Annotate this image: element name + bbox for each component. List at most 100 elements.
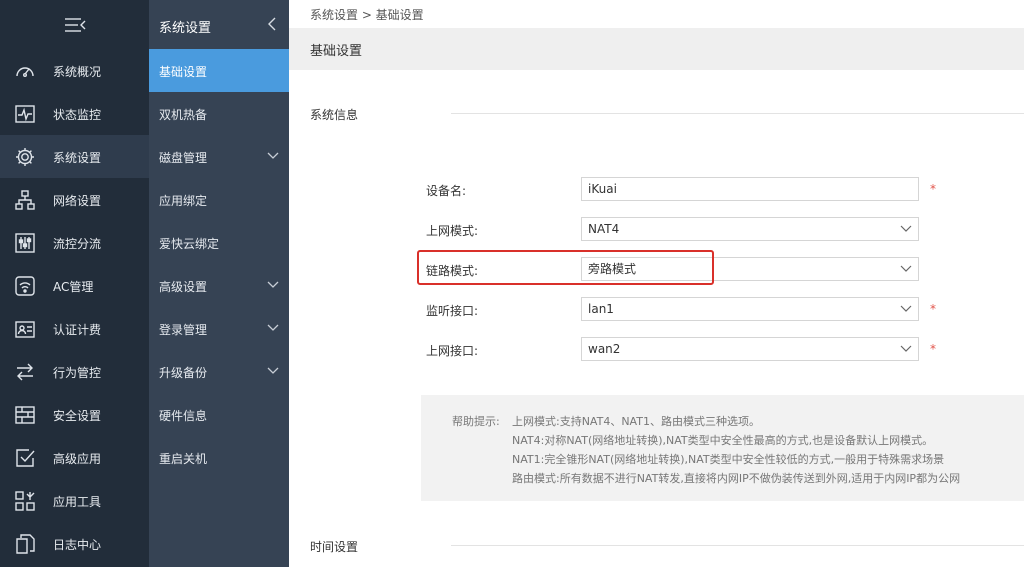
listen-interface-label: 监听接口: [426,304,479,318]
menu-toggle-button[interactable] [0,0,149,49]
document-icon [16,534,35,554]
chevron-down-icon [267,367,279,374]
nav-item-traffic[interactable]: 流控分流 [0,221,149,264]
nav-item-security[interactable]: 安全设置 [0,393,149,436]
device-name-label: 设备名: [426,184,467,198]
nav-item-behavior[interactable]: 行为管控 [0,350,149,393]
help-line: NAT4:对称NAT(网络地址转换),NAT类型中安全性最高的方式,也是设备默认… [512,434,934,447]
monitor-pulse-icon [15,105,35,123]
subnav-item-label: 应用绑定 [159,194,208,208]
page-title-bar: 基础设置 [289,28,1024,70]
wan-interface-value: wan2 [588,342,621,356]
nav-item-network[interactable]: 网络设置 [0,178,149,221]
subnav-item-reboot[interactable]: 重启关机 [149,436,289,479]
nav-item-label: 安全设置 [53,409,102,423]
chevron-down-icon [900,345,912,352]
subnav-item-label: 高级设置 [159,280,208,294]
chevron-left-icon[interactable] [267,16,277,32]
required-mark: * [930,342,936,356]
subnav-item-label: 爱快云绑定 [159,237,220,251]
network-icon [15,190,35,210]
nav-item-label: 应用工具 [53,495,102,509]
help-line: 路由模式:所有数据不进行NAT转发,直接将内网IP不做伪装传送到外网,适用于内网… [512,472,961,485]
subnav-item-app-binding[interactable]: 应用绑定 [149,178,289,221]
swap-arrows-icon [17,363,33,381]
device-name-value: iKuai [588,182,617,196]
required-mark: * [930,182,936,196]
listen-interface-select[interactable]: lan1 [581,297,919,321]
chevron-down-icon [267,152,279,159]
secondary-sidebar-header: 系统设置 [149,0,289,49]
subnav-item-upgrade[interactable]: 升级备份 [149,350,289,393]
sliders-icon [15,233,35,253]
chevron-down-icon [900,225,912,232]
wan-interface-label: 上网接口: [426,344,479,358]
gear-icon [16,148,34,166]
tools-grid-icon [15,491,35,511]
net-mode-select[interactable]: NAT4 [581,217,919,241]
device-name-input[interactable]: iKuai [581,177,919,201]
section-divider [451,113,1024,114]
page-title: 基础设置 [310,44,363,59]
primary-sidebar: 系统概况 状态监控 系统设置 网络设置 流控分流 AC管理 认证计费 行为管控 … [0,0,149,567]
subnav-item-label: 升级备份 [159,366,208,380]
nav-item-advanced-apps[interactable]: 高级应用 [0,436,149,479]
nav-item-label: 系统概况 [53,65,102,79]
chevron-down-icon [267,324,279,331]
subnav-item-label: 硬件信息 [159,409,208,423]
subnav-item-cloud-binding[interactable]: 爱快云绑定 [149,221,289,264]
nav-item-overview[interactable]: 系统概况 [0,49,149,92]
nav-item-label: 认证计费 [53,323,102,337]
help-prefix: 帮助提示: [452,415,500,428]
firewall-icon [15,406,35,424]
subnav-item-label: 基础设置 [159,65,208,79]
nav-item-label: 日志中心 [53,538,102,552]
wifi-router-icon [15,276,35,296]
subnav-item-disk[interactable]: 磁盘管理 [149,135,289,178]
secondary-sidebar-title: 系统设置 [159,21,212,36]
nav-item-tools[interactable]: 应用工具 [0,479,149,522]
subnav-item-advanced[interactable]: 高级设置 [149,264,289,307]
net-mode-label: 上网模式: [426,224,479,238]
listen-interface-value: lan1 [588,302,614,316]
nav-item-ac[interactable]: AC管理 [0,264,149,307]
chevron-down-icon [900,265,912,272]
required-mark: * [930,302,936,316]
check-square-icon [16,449,35,467]
subnav-item-login[interactable]: 登录管理 [149,307,289,350]
subnav-item-basic-settings[interactable]: 基础设置 [149,49,289,92]
main-content: 系统设置 > 基础设置 基础设置 系统信息 设备名: iKuai * 上网模式:… [289,0,1024,567]
id-card-icon [15,321,35,338]
subnav-item-label: 双机热备 [159,108,208,122]
subnav-item-label: 重启关机 [159,452,208,466]
subnav-item-hot-standby[interactable]: 双机热备 [149,92,289,135]
gauge-icon [16,67,34,77]
nav-item-label: AC管理 [53,280,94,294]
net-mode-value: NAT4 [588,222,620,236]
chevron-down-icon [267,281,279,288]
highlight-box [417,250,714,285]
subnav-item-hardware[interactable]: 硬件信息 [149,393,289,436]
nav-item-label: 网络设置 [53,194,102,208]
wan-interface-select[interactable]: wan2 [581,337,919,361]
help-line: NAT1:完全锥形NAT(网络地址转换),NAT类型中安全性较低的方式,一般用于… [512,453,945,466]
nav-item-monitor[interactable]: 状态监控 [0,92,149,135]
menu-collapse-icon [64,17,85,32]
nav-item-label: 系统设置 [53,151,102,165]
section-title-time: 时间设置 [310,540,359,554]
secondary-sidebar: 系统设置 基础设置 双机热备 磁盘管理 应用绑定 爱快云绑定 高级设置 登录管理… [149,0,289,567]
nav-item-label: 状态监控 [53,108,102,122]
nav-item-logs[interactable]: 日志中心 [0,522,149,565]
nav-item-label: 流控分流 [53,237,102,251]
help-line: 上网模式:支持NAT4、NAT1、路由模式三种选项。 [512,415,760,428]
chevron-down-icon [900,305,912,312]
nav-item-label: 高级应用 [53,452,102,466]
nav-item-label: 行为管控 [53,366,102,380]
subnav-item-label: 磁盘管理 [159,151,208,165]
section-title-system-info: 系统信息 [310,108,359,122]
nav-item-system-settings[interactable]: 系统设置 [0,135,149,178]
breadcrumb: 系统设置 > 基础设置 [310,8,424,22]
help-panel: 帮助提示: 上网模式:支持NAT4、NAT1、路由模式三种选项。 NAT4:对称… [421,395,1024,501]
nav-item-auth[interactable]: 认证计费 [0,307,149,350]
section-divider [451,545,1024,546]
